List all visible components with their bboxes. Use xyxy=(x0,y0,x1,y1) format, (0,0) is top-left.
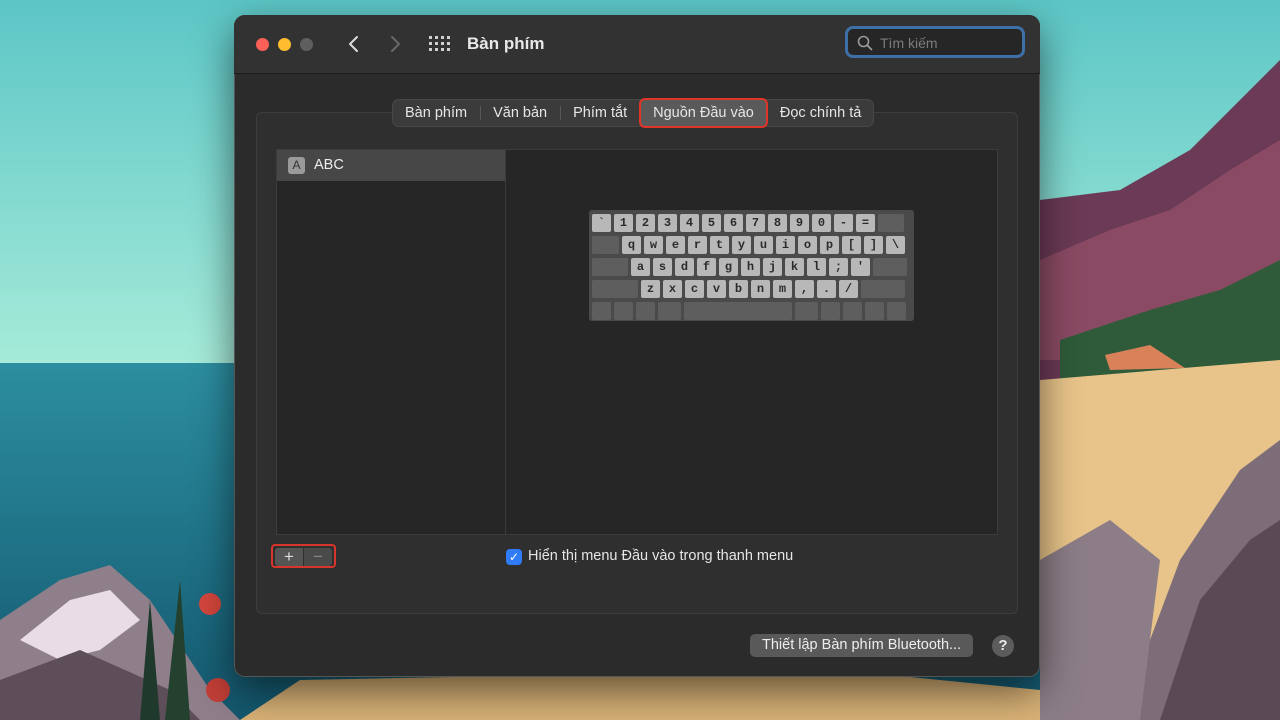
keyboard-key: , xyxy=(795,280,814,298)
right-command-key xyxy=(795,302,818,320)
bluetooth-keyboard-setup-button[interactable]: Thiết lập Bàn phím Bluetooth... xyxy=(750,634,974,657)
modifier-key xyxy=(873,258,907,276)
keyboard-key: w xyxy=(644,236,663,254)
window-title: Bàn phím xyxy=(467,34,545,53)
keyboard-key: e xyxy=(666,236,685,254)
tab-text[interactable]: Văn bản xyxy=(480,99,560,127)
tab-bar: Bàn phím Văn bản Phím tắt Nguồn Đầu vào … xyxy=(392,98,875,128)
keyboard-key: h xyxy=(741,258,760,276)
zoom-window-button[interactable] xyxy=(300,38,313,51)
keyboard-key: t xyxy=(710,236,729,254)
keyboard-key: 8 xyxy=(768,214,787,232)
control-key xyxy=(614,302,633,320)
input-source-item-abc[interactable]: A ABC xyxy=(277,150,505,181)
keyboard-key: a xyxy=(631,258,650,276)
keyboard-key: o xyxy=(798,236,817,254)
tab-input-sources[interactable]: Nguồn Đầu vào xyxy=(639,98,768,128)
help-button[interactable]: ? xyxy=(992,635,1014,657)
right-arrow-key xyxy=(887,302,906,320)
keyboard-key: 1 xyxy=(614,214,633,232)
option-key xyxy=(636,302,655,320)
keyboard-key: - xyxy=(834,214,853,232)
keyboard-row-1: ` 1 2 3 4 5 6 7 8 9 0- = xyxy=(592,214,904,232)
keyboard-key: / xyxy=(839,280,858,298)
keyboard-preferences-window: Bàn phím Bàn phím Văn bản Phím tắt Nguồn… xyxy=(234,15,1040,677)
keyboard-key: m xyxy=(773,280,792,298)
keyboard-row-2: q w e r t y u i o p[] \ xyxy=(592,236,905,254)
tab-keyboard[interactable]: Bàn phím xyxy=(392,99,480,127)
keyboard-key: [ xyxy=(842,236,861,254)
keyboard-layout-preview: ` 1 2 3 4 5 6 7 8 9 0- = q w e r t y u i o p[] \ a s d f g h j k l; ' … xyxy=(589,210,914,321)
back-chevron-icon[interactable] xyxy=(341,31,367,57)
keyboard-key: r xyxy=(688,236,707,254)
keyboard-key: k xyxy=(785,258,804,276)
keyboard-row-5 xyxy=(592,302,906,320)
input-source-label: ABC xyxy=(314,157,344,173)
keyboard-key: ] xyxy=(864,236,883,254)
input-source-list: A ABC xyxy=(276,149,506,535)
search-input[interactable] xyxy=(880,34,1020,52)
keyboard-key: ; xyxy=(829,258,848,276)
keyboard-key: 4 xyxy=(680,214,699,232)
modifier-key xyxy=(592,258,628,276)
right-option-key xyxy=(821,302,840,320)
modifier-key xyxy=(592,236,619,254)
modifier-key xyxy=(878,214,904,232)
keyboard-preview-pane xyxy=(506,149,998,535)
keyboard-key: g xyxy=(719,258,738,276)
keyboard-key: c xyxy=(685,280,704,298)
keyboard-key: ' xyxy=(851,258,870,276)
keyboard-key: 6 xyxy=(724,214,743,232)
keyboard-key: v xyxy=(707,280,726,298)
fn-key xyxy=(592,302,611,320)
keyboard-key: z xyxy=(641,280,660,298)
keyboard-key: n xyxy=(751,280,770,298)
keyboard-key: ` xyxy=(592,214,611,232)
keyboard-key: d xyxy=(675,258,694,276)
keyboard-key: = xyxy=(856,214,875,232)
forward-chevron-icon[interactable] xyxy=(382,31,408,57)
keyboard-key: p xyxy=(820,236,839,254)
close-window-button[interactable] xyxy=(256,38,269,51)
remove-input-source-button[interactable]: − xyxy=(304,548,332,566)
search-icon xyxy=(857,35,873,51)
input-source-badge-icon: A xyxy=(288,157,305,174)
keyboard-key: y xyxy=(732,236,751,254)
left-arrow-key xyxy=(843,302,862,320)
minimize-window-button[interactable] xyxy=(278,38,291,51)
show-input-menu-checkbox[interactable]: ✓ xyxy=(506,549,522,565)
keyboard-key: 7 xyxy=(746,214,765,232)
keyboard-key: s xyxy=(653,258,672,276)
keyboard-key: l xyxy=(807,258,826,276)
keyboard-key: 3 xyxy=(658,214,677,232)
command-key xyxy=(658,302,681,320)
keyboard-key: 5 xyxy=(702,214,721,232)
keyboard-key: x xyxy=(663,280,682,298)
keyboard-key: 0 xyxy=(812,214,831,232)
add-remove-controls: + − xyxy=(271,544,336,568)
space-key xyxy=(684,302,792,320)
title-bar: Bàn phím xyxy=(234,15,1040,74)
search-field[interactable] xyxy=(845,26,1025,58)
keyboard-key: j xyxy=(763,258,782,276)
keyboard-key: i xyxy=(776,236,795,254)
keyboard-key: . xyxy=(817,280,836,298)
keyboard-key: \ xyxy=(886,236,905,254)
up-down-arrow-key xyxy=(865,302,884,320)
keyboard-row-3: a s d f g h j k l; ' xyxy=(592,258,907,276)
add-input-source-button[interactable]: + xyxy=(275,548,303,566)
keyboard-key: q xyxy=(622,236,641,254)
keyboard-key: 9 xyxy=(790,214,809,232)
keyboard-key: 2 xyxy=(636,214,655,232)
keyboard-key: f xyxy=(697,258,716,276)
modifier-key xyxy=(592,280,638,298)
modifier-key xyxy=(861,280,905,298)
tab-dictation[interactable]: Đọc chính tả xyxy=(767,99,874,127)
keyboard-key: b xyxy=(729,280,748,298)
show-input-menu-label[interactable]: Hiển thị menu Đầu vào trong thanh menu xyxy=(528,548,793,564)
keyboard-row-4: z x c v b n m,. / xyxy=(592,280,905,298)
show-all-grid-icon[interactable] xyxy=(428,35,450,53)
tab-shortcuts[interactable]: Phím tắt xyxy=(560,99,640,127)
keyboard-key: u xyxy=(754,236,773,254)
